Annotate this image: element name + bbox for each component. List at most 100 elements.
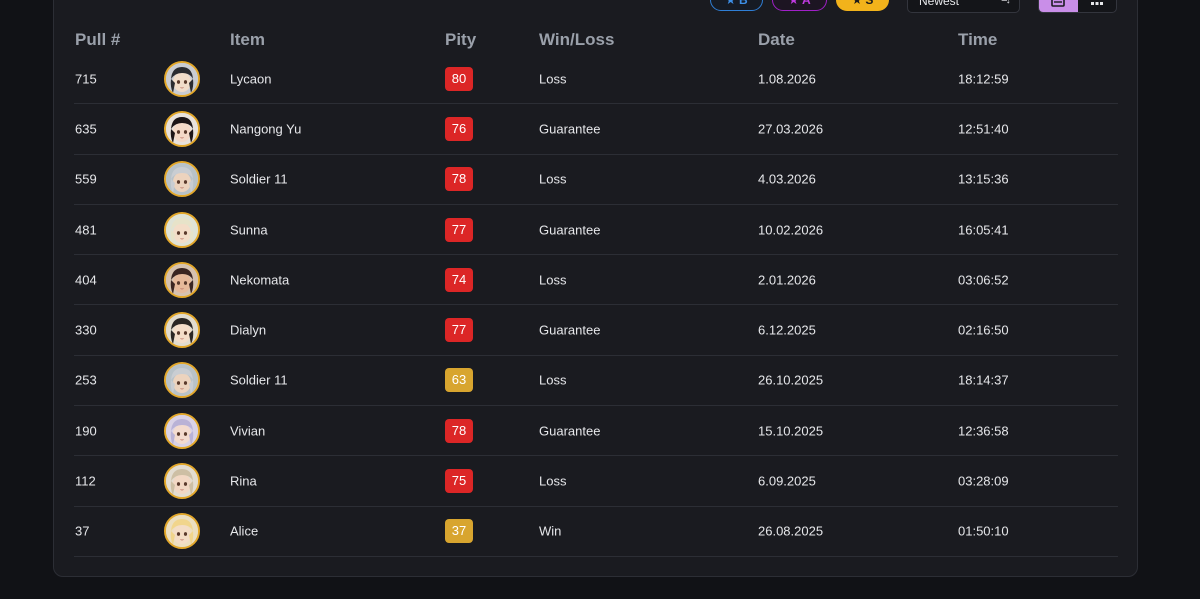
pull-number: 112 <box>75 473 96 489</box>
avatar <box>164 412 200 449</box>
table-row[interactable]: 330 Dialyn 77 Guarantee 6.12.2025 02:16:… <box>74 305 1118 356</box>
table-row[interactable]: 37 Alice 37 Win 26.08.2025 01:50:10 <box>74 507 1118 557</box>
grid-view-button[interactable] <box>1078 0 1117 12</box>
alice-portrait <box>164 513 200 550</box>
win-loss: Loss <box>539 71 567 87</box>
filter-b-rank-button[interactable]: ★ B <box>710 0 763 11</box>
list-view-button[interactable] <box>1039 0 1078 12</box>
pull-number: 330 <box>75 322 97 338</box>
header-time[interactable]: Time <box>958 30 997 50</box>
avatar <box>164 161 200 198</box>
table-header-row: Pull # Item Pity Win/Loss Date Time <box>74 26 1118 54</box>
star-icon: ★ <box>788 0 800 7</box>
dialyn-portrait <box>164 312 200 349</box>
pity-badge: 80 <box>445 66 473 91</box>
pull-number: 559 <box>75 171 97 187</box>
pity-cell: 77 <box>445 318 473 343</box>
sort-select-value: Newest <box>919 0 960 8</box>
avatar <box>164 513 200 550</box>
pity-badge: 78 <box>445 418 473 443</box>
win-loss: Loss <box>539 171 567 187</box>
pull-date: 15.10.2025 <box>758 423 824 439</box>
pity-badge: 37 <box>445 519 473 544</box>
table-row[interactable]: 253 Soldier 11 63 Loss 26.10.2025 18:14:… <box>74 356 1118 407</box>
pull-number: 190 <box>75 423 97 439</box>
list-icon <box>1051 0 1066 7</box>
table-row[interactable]: 404 Nekomata 74 Loss 2.01.2026 03:06:52 <box>74 255 1118 306</box>
nangong-yu-portrait <box>164 110 200 147</box>
table-row[interactable]: 635 Nangong Yu 76 Guarantee 27.03.2026 1… <box>74 104 1118 155</box>
pull-date: 26.10.2025 <box>758 372 824 388</box>
avatar <box>164 261 200 298</box>
win-loss: Guarantee <box>539 222 601 238</box>
win-loss: Loss <box>539 473 567 489</box>
pull-time: 02:16:50 <box>958 322 1009 338</box>
pity-badge: 75 <box>445 469 473 494</box>
history-toolbar: ★ B ★ A ★ S Newest =↓ <box>0 0 1200 13</box>
pull-time: 12:51:40 <box>958 121 1009 137</box>
rina-portrait <box>164 463 200 500</box>
header-pull-number[interactable]: Pull # <box>75 30 120 50</box>
table-row[interactable]: 559 Soldier 11 78 Loss 4.03.2026 13:15:3… <box>74 155 1118 205</box>
page: ★ B ★ A ★ S Newest =↓ Pull # Item Pity W… <box>0 0 1200 599</box>
item-name: Nangong Yu <box>230 121 302 137</box>
pity-badge: 78 <box>445 167 473 192</box>
pull-date: 27.03.2026 <box>758 121 824 137</box>
item-name: Sunna <box>230 222 268 238</box>
header-pity[interactable]: Pity <box>445 30 476 50</box>
table-row[interactable]: 190 Vivian 78 Guarantee 15.10.2025 12:36… <box>74 406 1118 457</box>
pull-number: 715 <box>75 71 97 87</box>
filter-a-rank-button[interactable]: ★ A <box>772 0 827 11</box>
pull-history-table: Pull # Item Pity Win/Loss Date Time 715 … <box>74 26 1118 557</box>
pity-cell: 74 <box>445 267 473 292</box>
pity-cell: 37 <box>445 519 473 544</box>
pull-number: 37 <box>75 523 90 539</box>
pity-cell: 80 <box>445 66 473 91</box>
table-row[interactable]: 715 Lycaon 80 Loss 1.08.2026 18:12:59 <box>74 54 1118 105</box>
header-date[interactable]: Date <box>758 30 795 50</box>
sunna-portrait <box>164 211 200 248</box>
header-win-loss[interactable]: Win/Loss <box>539 30 614 50</box>
pity-cell: 76 <box>445 116 473 141</box>
star-icon: ★ <box>725 0 737 7</box>
avatar <box>164 312 200 349</box>
avatar <box>164 362 200 399</box>
item-name: Nekomata <box>230 272 290 288</box>
item-name: Soldier 11 <box>230 171 288 187</box>
pull-number: 481 <box>75 222 97 238</box>
header-item[interactable]: Item <box>230 30 265 50</box>
star-icon: ★ <box>851 0 863 7</box>
view-toggle-group <box>1038 0 1117 13</box>
pull-time: 12:36:58 <box>958 423 1009 439</box>
pity-badge: 77 <box>445 217 473 242</box>
vivian-portrait <box>164 412 200 449</box>
pull-date: 6.09.2025 <box>758 473 816 489</box>
avatar <box>164 211 200 248</box>
avatar <box>164 463 200 500</box>
win-loss: Guarantee <box>539 423 601 439</box>
pull-time: 03:06:52 <box>958 272 1009 288</box>
soldier-11-portrait <box>164 362 200 399</box>
pull-date: 4.03.2026 <box>758 171 816 187</box>
sort-select[interactable]: Newest =↓ <box>907 0 1020 13</box>
table-row[interactable]: 112 Rina 75 Loss 6.09.2025 03:28:09 <box>74 456 1118 507</box>
grid-icon <box>1090 2 1103 5</box>
pity-cell: 78 <box>445 418 473 443</box>
table-row[interactable]: 481 Sunna 77 Guarantee 10.02.2026 16:05:… <box>74 205 1118 256</box>
pull-time: 18:12:59 <box>958 71 1009 87</box>
pity-cell: 63 <box>445 368 473 393</box>
pull-date: 1.08.2026 <box>758 71 816 87</box>
win-loss: Guarantee <box>539 121 601 137</box>
pull-time: 13:15:36 <box>958 171 1009 187</box>
item-name: Rina <box>230 473 257 489</box>
lycaon-portrait <box>164 60 200 97</box>
pity-badge: 76 <box>445 116 473 141</box>
pull-number: 635 <box>75 121 97 137</box>
filter-a-label: A <box>802 0 811 7</box>
soldier-11-portrait <box>164 161 200 198</box>
filter-s-rank-button[interactable]: ★ S <box>836 0 889 11</box>
pull-time: 03:28:09 <box>958 473 1009 489</box>
item-name: Lycaon <box>230 71 272 87</box>
sort-order-icon: =↓ <box>1001 0 1011 6</box>
pity-badge: 63 <box>445 368 473 393</box>
